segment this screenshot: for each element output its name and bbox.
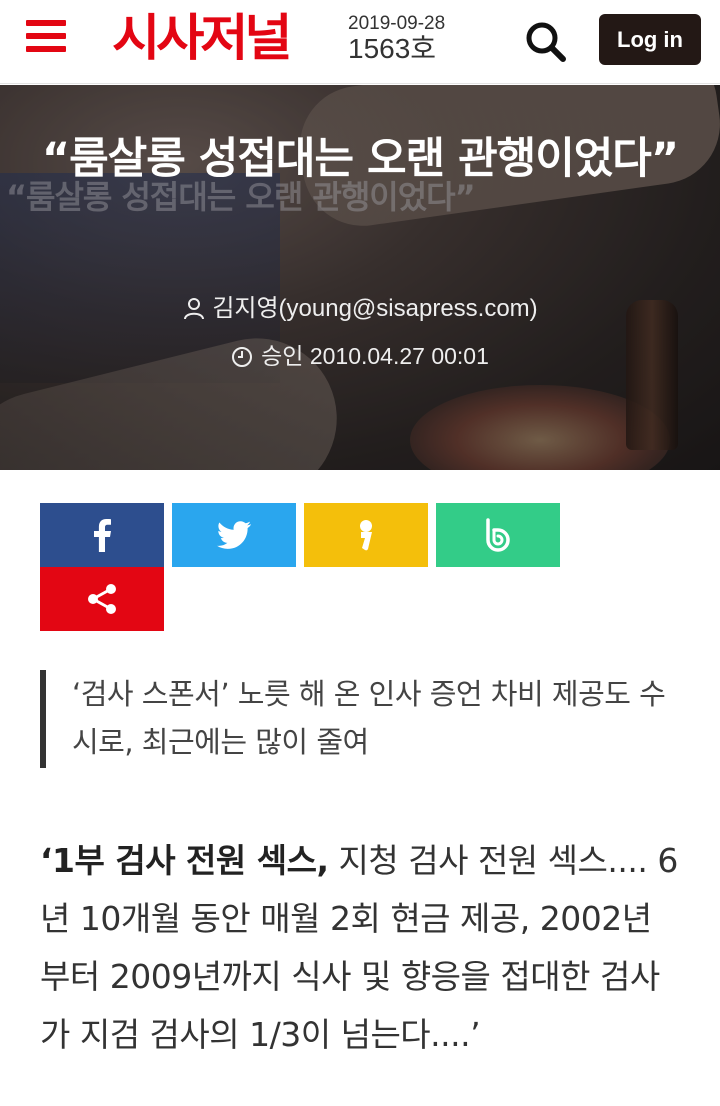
- search-icon: [526, 22, 566, 62]
- issue-info: 2019-09-28 1563호: [348, 14, 445, 63]
- user-icon: [184, 298, 205, 320]
- site-logo[interactable]: 시사저널: [112, 8, 293, 68]
- menu-icon-bar: [26, 46, 66, 52]
- issue-number: 1563호: [348, 33, 437, 64]
- article-author: 김지영(young@sisapress.com): [0, 288, 720, 323]
- menu-button[interactable]: [26, 20, 66, 54]
- share-icon: [88, 584, 116, 614]
- body-lead-bold: ‘1부 검사 전원 섹스,: [40, 841, 329, 880]
- twitter-icon: [217, 521, 251, 549]
- facebook-icon: [94, 519, 111, 552]
- share-band-button[interactable]: [436, 503, 560, 567]
- article-body: ‘1부 검사 전원 섹스, 지청 검사 전원 섹스.... 6년 10개월 동안…: [40, 832, 680, 1064]
- menu-icon-bar: [26, 33, 66, 39]
- article-title: “룸살롱 성접대는 오랜 관행이었다”: [41, 134, 679, 184]
- article-subtitle: ‘검사 스폰서’ 노릇 해 온 인사 증언 차비 제공도 수시로, 최근에는 많…: [40, 670, 680, 768]
- article-hero: “룸살롱 성접대는 오랜 관행이었다” “룸살롱 성접대는 오랜 관행이었다” …: [0, 85, 720, 470]
- kakaostory-icon: [360, 520, 372, 551]
- band-icon: [486, 518, 510, 552]
- article-approved-date: 승인 2010.04.27 00:01: [0, 337, 720, 371]
- share-twitter-button[interactable]: [172, 503, 296, 567]
- issue-date: 2019-09-28: [348, 13, 446, 34]
- site-header: 시사저널 2019-09-28 1563호 Log in: [0, 0, 720, 84]
- share-facebook-button[interactable]: [40, 503, 164, 567]
- share-kakaostory-button[interactable]: [304, 503, 428, 567]
- share-more-button[interactable]: [40, 567, 164, 631]
- login-button[interactable]: Log in: [599, 14, 701, 65]
- menu-icon-bar: [26, 20, 66, 26]
- author-text: 김지영(young@sisapress.com): [212, 295, 538, 322]
- search-button[interactable]: [524, 20, 568, 64]
- approved-text: 승인 2010.04.27 00:01: [261, 343, 489, 369]
- subtitle-text: ‘검사 스폰서’ 노릇 해 온 인사 증언 차비 제공도 수시로, 최근에는 많…: [72, 677, 666, 759]
- clock-icon: [232, 347, 253, 367]
